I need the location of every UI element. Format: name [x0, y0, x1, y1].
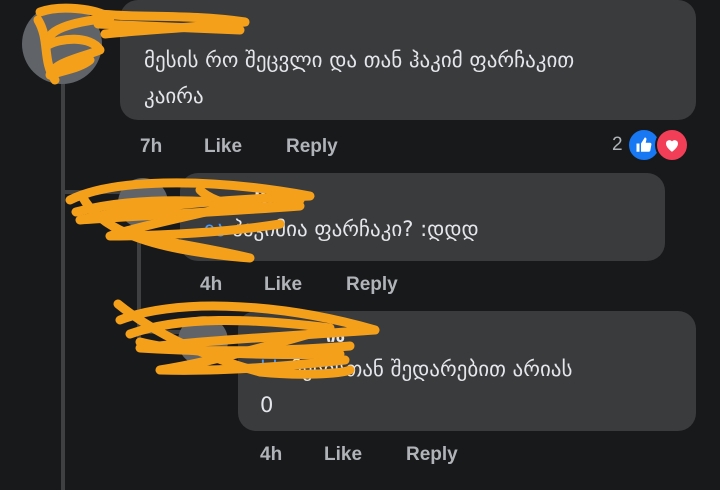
reaction-summary[interactable]: 2	[612, 128, 689, 162]
comment-author[interactable]: ია	[326, 327, 345, 347]
comment-body: მესისთან შედარებით არიას 0	[260, 357, 573, 417]
avatar[interactable]	[118, 178, 168, 228]
reply-button[interactable]: Reply	[346, 274, 398, 296]
like-button[interactable]: Like	[204, 136, 242, 158]
comment-author[interactable]: Kkk	[254, 189, 290, 209]
comment-text: ია ჰაკიმია ფარჩაკი? :დდდ	[204, 211, 479, 247]
avatar[interactable]	[178, 316, 228, 366]
like-button[interactable]: Like	[264, 274, 302, 296]
comment-bubble: მესის რო შეცვლი და თან ჰაკიმ ფარჩაკით კა…	[120, 0, 696, 120]
comment-time[interactable]: 7h	[140, 136, 162, 158]
comment-text: მესის რო შეცვლი და თან ჰაკიმ ფარჩაკით კა…	[144, 48, 575, 108]
reaction-count: 2	[612, 134, 623, 155]
comment-time[interactable]: 4h	[260, 444, 282, 466]
comment-bubble: ია kk მესისთან შედარებით არიას 0	[238, 311, 696, 431]
mention-link[interactable]: ია	[204, 217, 226, 241]
like-button[interactable]: Like	[324, 444, 362, 466]
comment-bubble: Kkk ია ჰაკიმია ფარჩაკი? :დდდ	[180, 173, 665, 261]
reply-button[interactable]: Reply	[406, 444, 458, 466]
reply-button[interactable]: Reply	[286, 136, 338, 158]
mention-link[interactable]: kk	[260, 357, 284, 381]
comment-time[interactable]: 4h	[200, 274, 222, 296]
avatar[interactable]	[22, 4, 102, 84]
love-reaction-icon	[654, 128, 689, 162]
comment-text: kk მესისთან შედარებით არიას 0	[260, 351, 590, 423]
thread-line	[61, 80, 65, 490]
comment-body: ჰაკიმია ფარჩაკი? :დდდ	[225, 217, 479, 241]
